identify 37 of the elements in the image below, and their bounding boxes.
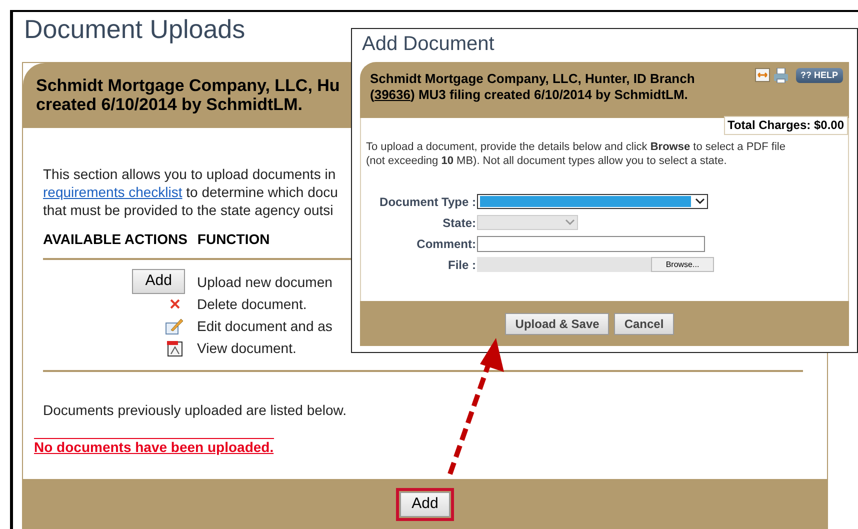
dropdown-field[interactable] xyxy=(477,194,708,209)
field-label: Document Type : xyxy=(380,194,476,208)
filing-link[interactable]: 39636 xyxy=(374,87,410,102)
action-description: Delete document. xyxy=(197,294,307,314)
action-description: Upload new documen xyxy=(197,272,332,292)
page-title: Document Uploads xyxy=(24,13,246,46)
comment-field[interactable] xyxy=(477,236,705,252)
column-header: AVAILABLE ACTIONS xyxy=(43,230,188,248)
header-text: created 6/10/2014 by SchmidtLM. xyxy=(36,95,302,114)
field-label: File : xyxy=(448,258,476,272)
browse-button[interactable]: Browse... xyxy=(651,257,714,272)
delete-icon[interactable] xyxy=(170,299,180,309)
edit-icon[interactable] xyxy=(165,318,183,334)
chevron-icon[interactable] xyxy=(695,198,705,205)
help-button[interactable]: ?? HELP xyxy=(796,68,843,83)
dialog-title: Add Document xyxy=(361,32,494,57)
dialog-button[interactable]: Cancel xyxy=(614,312,674,334)
action-description: Edit document and as xyxy=(197,316,332,336)
field-label: Comment: xyxy=(416,236,476,250)
add-button[interactable]: Add xyxy=(132,268,185,294)
total-charges: Total Charges: $0.00 xyxy=(724,116,848,135)
pdf-file-icon[interactable] xyxy=(167,340,183,356)
header-text: Schmidt Mortgage Company, LLC, Hu xyxy=(36,76,340,95)
note-text: Documents previously uploaded are listed below. xyxy=(43,401,347,420)
printer-icon[interactable] xyxy=(772,68,788,83)
checklist-link[interactable]: requirements checklist xyxy=(43,184,182,200)
empty-message: No documents have been uploaded. xyxy=(34,438,274,456)
column-header: FUNCTION xyxy=(197,230,270,248)
intro-paragraph: This section allows you to upload documents in requirements checklist to determine which docu that must be provided to the state agency outsi xyxy=(43,165,338,219)
expand-icon[interactable] xyxy=(754,68,770,82)
instructions-text: To upload a document, provide the details below and click Browse to select a PDF file (not exceeding 10 MB). Not all document types allow you to select a state. xyxy=(366,140,786,168)
file-field[interactable]: Browse... xyxy=(477,257,714,272)
field-label: State: xyxy=(442,216,476,230)
add-button[interactable]: Add xyxy=(400,492,450,517)
dialog-button[interactable]: Upload & Save xyxy=(505,312,610,334)
header-text: Schmidt Mortgage Company, LLC, Hunter, ID Branch (39636) MU3 filing created 6/10/2014 by SchmidtLM. xyxy=(370,71,695,104)
action-description: View document. xyxy=(197,338,296,358)
